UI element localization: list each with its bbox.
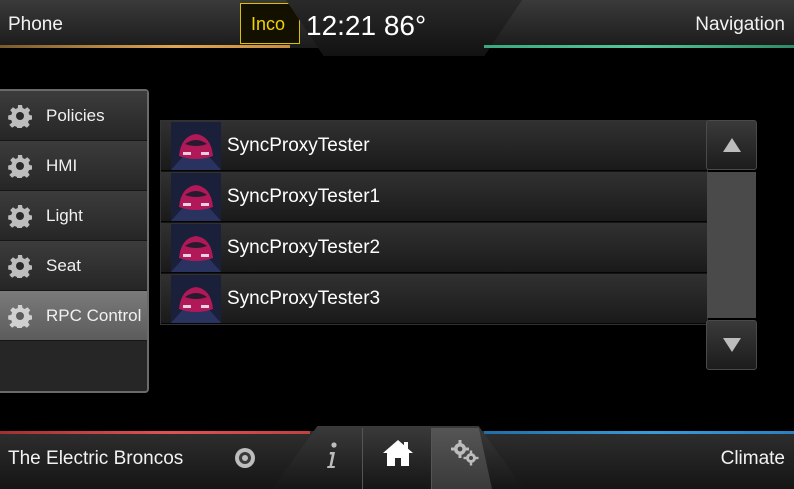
navigation-tab[interactable]: Navigation [484,0,794,48]
menu-item-rpc-control[interactable]: RPC Control [0,291,147,341]
app-name: SyncProxyTester1 [227,185,381,207]
car-thumbnail-icon [171,172,221,221]
media-label[interactable]: The Electric Broncos [8,448,183,470]
menu-item-seat[interactable]: Seat [0,241,147,291]
menu-item-label: Policies [46,105,105,125]
incoming-alert[interactable]: Inco [240,3,300,44]
app-list-item[interactable]: SyncProxyTester2 [161,223,707,273]
app-list-item[interactable]: SyncProxyTester1 [161,172,707,222]
app-name: SyncProxyTester3 [227,287,381,309]
settings-gears-icon [451,440,479,466]
settings-menu: Policies HMI Light Seat RPC Control [0,89,149,393]
gear-icon [8,204,32,228]
scroll-down-button[interactable] [706,320,757,370]
menu-item-policies[interactable]: Policies [0,91,147,141]
scroll-up-button[interactable] [706,120,757,170]
clock-temperature: 12:21 86° [306,10,427,41]
menu-item-light[interactable]: Light [0,191,147,241]
media-accent-line [0,431,310,434]
arrow-down-icon [723,338,741,352]
menu-item-hmi[interactable]: HMI [0,141,147,191]
list-scrollbar[interactable] [706,120,758,370]
car-thumbnail-icon [171,121,221,170]
gear-icon [8,304,32,328]
app-name: SyncProxyTester2 [227,236,381,258]
menu-item-label: HMI [46,155,78,175]
info-icon [327,442,337,468]
car-thumbnail-icon [171,274,221,323]
gear-icon [8,254,32,278]
phone-accent-line [0,45,290,48]
scroll-track[interactable] [707,172,756,318]
info-button[interactable] [300,428,362,489]
app-name: SyncProxyTester [227,134,370,156]
home-icon [383,440,413,466]
gear-icon [8,154,32,178]
phone-label: Phone [8,14,63,35]
home-button[interactable] [362,428,432,489]
menu-item-label: RPC Control [46,305,142,325]
app-list: SyncProxyTester SyncProxyTester1 SyncPro… [160,120,708,325]
climate-label[interactable]: Climate [721,448,785,470]
menu-item-label: Seat [46,255,81,275]
app-list-item[interactable]: SyncProxyTester3 [161,274,707,324]
car-thumbnail-icon [171,223,221,272]
gear-icon [8,104,32,128]
climate-accent-line [484,431,794,434]
navigation-accent-line [484,45,794,48]
cd-icon[interactable] [234,447,256,469]
menu-item-label: Light [46,205,83,225]
arrow-up-icon [723,138,741,152]
app-list-item[interactable]: SyncProxyTester [161,121,707,171]
navigation-label: Navigation [695,14,785,35]
